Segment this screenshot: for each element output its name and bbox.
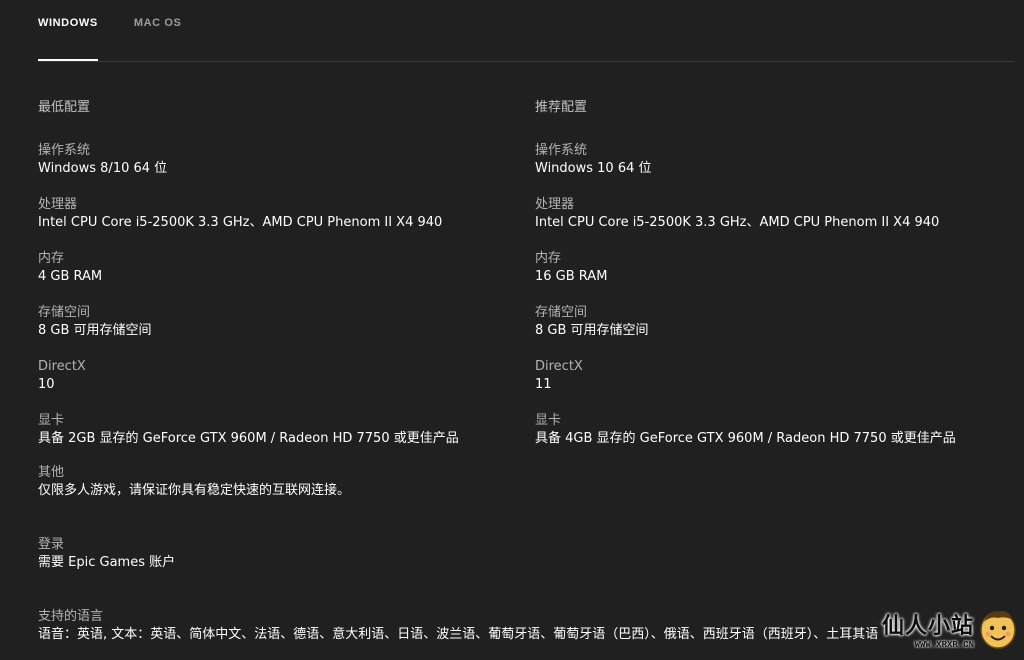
tab-divider <box>38 61 1014 62</box>
platform-tabs: WINDOWS MAC OS <box>38 0 217 62</box>
spec-value: 8 GB 可用存储空间 <box>38 323 152 338</box>
spec-storage: 存储空间 8 GB 可用存储空间 <box>38 304 508 358</box>
spec-directx: DirectX 11 <box>535 358 1005 412</box>
spec-processor: 处理器 Intel CPU Core i5-2500K 3.3 GHz、AMD … <box>535 196 1005 250</box>
spec-value: 11 <box>535 377 552 392</box>
spec-label: 存储空间 <box>38 305 91 320</box>
spec-label: 显卡 <box>38 413 65 428</box>
watermark-url: WWW.XRXR.CN <box>914 640 974 650</box>
spec-label: 显卡 <box>535 413 562 428</box>
spec-directx: DirectX 10 <box>38 358 508 412</box>
spec-label: DirectX <box>38 359 86 374</box>
spec-value: Windows 10 64 位 <box>535 161 652 176</box>
spec-value: 具备 4GB 显存的 GeForce GTX 960M / Radeon HD … <box>535 431 956 446</box>
spec-value: Windows 8/10 64 位 <box>38 161 168 176</box>
spec-value: 8 GB 可用存储空间 <box>535 323 649 338</box>
watermark-title: 仙人小站 <box>881 614 974 639</box>
tab-mac-os[interactable]: MAC OS <box>134 0 182 61</box>
spec-os: 操作系统 Windows 8/10 64 位 <box>38 142 508 196</box>
spec-value: 4 GB RAM <box>38 269 103 284</box>
spec-graphics: 显卡 具备 4GB 显存的 GeForce GTX 960M / Radeon … <box>535 412 1005 466</box>
spec-label: 操作系统 <box>535 143 588 158</box>
recommended-title: 推荐配置 <box>535 100 588 115</box>
other-requirements: 其他 仅限多人游戏，请保证你具有稳定快速的互联网连接。 <box>38 464 350 500</box>
spec-storage: 存储空间 8 GB 可用存储空间 <box>535 304 1005 358</box>
spec-processor: 处理器 Intel CPU Core i5-2500K 3.3 GHz、AMD … <box>38 196 508 250</box>
spec-label: 存储空间 <box>535 305 588 320</box>
other-label: 其他 <box>38 465 65 480</box>
login-requirement: 登录 需要 Epic Games 账户 <box>38 536 175 572</box>
mascot-icon <box>980 611 1016 649</box>
tab-windows[interactable]: WINDOWS <box>38 0 98 61</box>
spec-value: Intel CPU Core i5-2500K 3.3 GHz、AMD CPU … <box>38 215 443 230</box>
spec-label: 处理器 <box>535 197 575 212</box>
minimum-requirements: 最低配置 操作系统 Windows 8/10 64 位 处理器 Intel CP… <box>38 96 508 466</box>
spec-label: 处理器 <box>38 197 78 212</box>
spec-os: 操作系统 Windows 10 64 位 <box>535 142 1005 196</box>
spec-label: 内存 <box>38 251 65 266</box>
spec-value: 10 <box>38 377 55 392</box>
other-value: 仅限多人游戏，请保证你具有稳定快速的互联网连接。 <box>38 483 351 498</box>
spec-memory: 内存 16 GB RAM <box>535 250 1005 304</box>
spec-value: 16 GB RAM <box>535 269 608 284</box>
site-watermark: 仙人小站 WWW.XRXR.CN <box>868 602 1018 656</box>
recommended-requirements: 推荐配置 操作系统 Windows 10 64 位 处理器 Intel CPU … <box>535 96 1005 466</box>
spec-label: 操作系统 <box>38 143 91 158</box>
minimum-title: 最低配置 <box>38 100 91 115</box>
spec-memory: 内存 4 GB RAM <box>38 250 508 304</box>
spec-graphics: 显卡 具备 2GB 显存的 GeForce GTX 960M / Radeon … <box>38 412 508 466</box>
spec-label: 内存 <box>535 251 562 266</box>
login-label: 登录 <box>38 537 65 552</box>
spec-value: 具备 2GB 显存的 GeForce GTX 960M / Radeon HD … <box>38 431 459 446</box>
login-value: 需要 Epic Games 账户 <box>38 555 176 570</box>
spec-value: Intel CPU Core i5-2500K 3.3 GHz、AMD CPU … <box>535 215 940 230</box>
spec-label: DirectX <box>535 359 583 374</box>
